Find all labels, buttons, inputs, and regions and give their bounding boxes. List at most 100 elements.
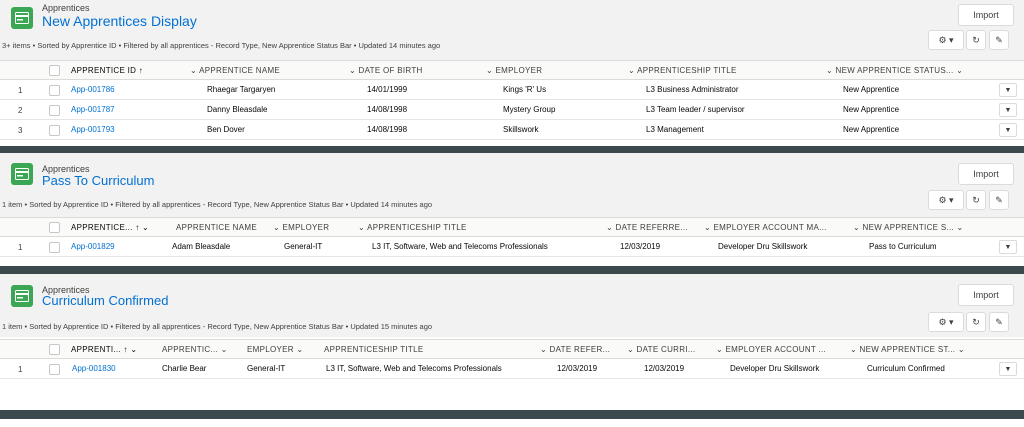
column-header[interactable]: APPRENTICE NAME xyxy=(176,223,257,232)
pencil-icon: ✎ xyxy=(995,316,1003,327)
list-title[interactable]: Pass To Curriculum xyxy=(42,173,154,188)
inline-edit-button[interactable]: ✎ xyxy=(989,312,1009,332)
apprentice-name: Danny Bleasdale xyxy=(207,105,268,114)
chevron-down-icon: ⌄ xyxy=(628,66,638,75)
apprenticeship-title: L3 Business Administrator xyxy=(646,85,739,94)
column-header[interactable]: ⌄ DATE OF BIRTH xyxy=(349,66,423,75)
chevron-down-icon: ⌄ xyxy=(955,345,965,354)
caret-down-icon: ▼ xyxy=(1004,243,1012,251)
column-header[interactable]: ⌄ NEW APPRENTICE S... ⌄ xyxy=(853,223,964,232)
chevron-down-icon: ⌄ xyxy=(218,345,228,354)
column-header[interactable]: ⌄ DATE REFER... xyxy=(540,345,610,354)
row-action-button[interactable]: ▼ xyxy=(999,123,1017,137)
list-object-icon xyxy=(11,7,33,29)
select-all-checkbox[interactable] xyxy=(49,222,60,233)
caret-down-icon: ▼ xyxy=(1004,365,1012,373)
list-settings-button[interactable]: ⚙ ▾ xyxy=(928,312,964,332)
apprentice-id-link[interactable]: App-001787 xyxy=(71,105,115,114)
gear-icon: ⚙ ▾ xyxy=(938,316,954,327)
inline-edit-button[interactable]: ✎ xyxy=(989,190,1009,210)
row-action-button[interactable]: ▼ xyxy=(999,103,1017,117)
column-header[interactable]: APPRENTICE ID ↑ xyxy=(71,66,143,75)
list-info: 1 item • Sorted by Apprentice ID • Filte… xyxy=(2,322,433,331)
apprentice-name: Ben Dover xyxy=(207,125,245,134)
date-curriculum: 12/03/2019 xyxy=(644,364,685,373)
column-header[interactable]: ⌄ EMPLOYER xyxy=(273,223,329,232)
select-all-checkbox[interactable] xyxy=(49,344,60,355)
column-header[interactable]: ⌄ EMPLOYER ACCOUNT MA... xyxy=(704,223,827,232)
column-header[interactable]: APPRENTICE... ↑ ⌄ xyxy=(71,223,149,232)
apprentice-id-link[interactable]: App-001786 xyxy=(71,85,115,94)
import-button[interactable]: Import xyxy=(958,284,1014,306)
list-settings-button[interactable]: ⚙ ▾ xyxy=(928,190,964,210)
list-object-icon xyxy=(11,163,33,185)
table-row[interactable]: 2 App-001787 Danny Bleasdale 14/08/1998 … xyxy=(0,100,1024,120)
apprentice-name: Adam Bleasdale xyxy=(172,242,231,251)
chevron-down-icon: ⌄ xyxy=(540,345,550,354)
row-action-button[interactable]: ▼ xyxy=(999,240,1017,254)
apprentice-id-link[interactable]: App-001830 xyxy=(72,364,116,373)
column-header[interactable]: ⌄ NEW APPRENTICE STATUS... ⌄ xyxy=(826,66,963,75)
chevron-down-icon: ⌄ xyxy=(716,345,726,354)
row-checkbox[interactable] xyxy=(49,125,60,136)
apprenticeship-title: L3 Team leader / supervisor xyxy=(646,105,745,114)
caret-down-icon: ▼ xyxy=(1004,106,1012,114)
date-of-birth: 14/01/1999 xyxy=(367,85,408,94)
inline-edit-button[interactable]: ✎ xyxy=(989,30,1009,50)
refresh-button[interactable]: ↻ xyxy=(966,312,986,332)
row-checkbox[interactable] xyxy=(49,364,60,375)
column-header[interactable]: ⌄ APPRENTICE NAME xyxy=(190,66,280,75)
select-all-checkbox[interactable] xyxy=(49,65,60,76)
column-header[interactable]: ⌄ EMPLOYER xyxy=(486,66,542,75)
date-of-birth: 14/08/1998 xyxy=(367,105,408,114)
row-checkbox[interactable] xyxy=(49,85,60,96)
status: New Apprentice xyxy=(843,85,900,94)
row-action-button[interactable]: ▼ xyxy=(999,362,1017,376)
gear-icon: ⚙ ▾ xyxy=(938,34,954,45)
list-view-curriculum-confirmed: Apprentices Curriculum Confirmed 1 item … xyxy=(0,274,1024,427)
row-checkbox[interactable] xyxy=(49,242,60,253)
list-info: 1 item • Sorted by Apprentice ID • Filte… xyxy=(2,200,433,209)
table-row[interactable]: 1 App-001830 Charlie Bear General-IT L3 … xyxy=(0,359,1024,379)
table-row[interactable]: 3 App-001793 Ben Dover 14/08/1998 Skills… xyxy=(0,120,1024,140)
column-header[interactable]: ⌄ APPRENTICESHIP TITLE xyxy=(358,223,467,232)
column-header[interactable]: ⌄ DATE REFERRE... xyxy=(606,223,688,232)
table-row[interactable]: 1 App-001829 Adam Bleasdale General-IT L… xyxy=(0,237,1024,257)
apprentice-id-link[interactable]: App-001829 xyxy=(71,242,115,251)
refresh-button[interactable]: ↻ xyxy=(966,30,986,50)
column-header[interactable]: ⌄ APPRENTICESHIP TITLE xyxy=(628,66,737,75)
apprentice-name: Charlie Bear xyxy=(162,364,207,373)
list-title[interactable]: New Apprentices Display xyxy=(42,13,197,29)
apprentice-id-link[interactable]: App-001793 xyxy=(71,125,115,134)
chevron-down-icon: ⌄ xyxy=(486,66,496,75)
column-header[interactable]: ⌄ EMPLOYER ACCOUNT ... xyxy=(716,345,826,354)
table-row[interactable]: 1 App-001786 Rhaegar Targaryen 14/01/199… xyxy=(0,80,1024,100)
column-header[interactable]: APPRENTIC... ⌄ xyxy=(162,345,228,354)
column-header[interactable]: ⌄ NEW APPRENTICE ST... ⌄ xyxy=(850,345,965,354)
row-action-button[interactable]: ▼ xyxy=(999,83,1017,97)
date-referred: 12/03/2019 xyxy=(620,242,661,251)
apprenticeship-title: L3 IT, Software, Web and Telecoms Profes… xyxy=(372,242,548,251)
status: New Apprentice xyxy=(843,105,900,114)
list-title[interactable]: Curriculum Confirmed xyxy=(42,293,168,308)
import-button[interactable]: Import xyxy=(958,163,1014,185)
employer-account-manager: Developer Dru Skillswork xyxy=(730,364,820,373)
employer-account-manager: Developer Dru Skillswork xyxy=(718,242,808,251)
apprenticeship-title: L3 IT, Software, Web and Telecoms Profes… xyxy=(326,364,502,373)
date-referred: 12/03/2019 xyxy=(557,364,598,373)
chevron-down-icon: ⌄ xyxy=(606,223,616,232)
row-checkbox[interactable] xyxy=(49,105,60,116)
import-button[interactable]: Import xyxy=(958,4,1014,26)
column-header[interactable]: ⌄ DATE CURRI... xyxy=(627,345,695,354)
list-view-pass-to-curriculum: Apprentices Pass To Curriculum 1 item • … xyxy=(0,153,1024,267)
chevron-down-icon: ⌄ xyxy=(850,345,860,354)
refresh-button[interactable]: ↻ xyxy=(966,190,986,210)
row-number: 1 xyxy=(18,243,23,252)
column-header[interactable]: EMPLOYER ⌄ xyxy=(247,345,303,354)
column-header[interactable]: APPRENTI... ↑ ⌄ xyxy=(71,345,137,354)
employer: Kings 'R' Us xyxy=(503,85,547,94)
column-header[interactable]: APPRENTICESHIP TITLE xyxy=(324,345,424,354)
status: Curriculum Confirmed xyxy=(867,364,945,373)
list-settings-button[interactable]: ⚙ ▾ xyxy=(928,30,964,50)
row-number: 1 xyxy=(18,86,23,95)
